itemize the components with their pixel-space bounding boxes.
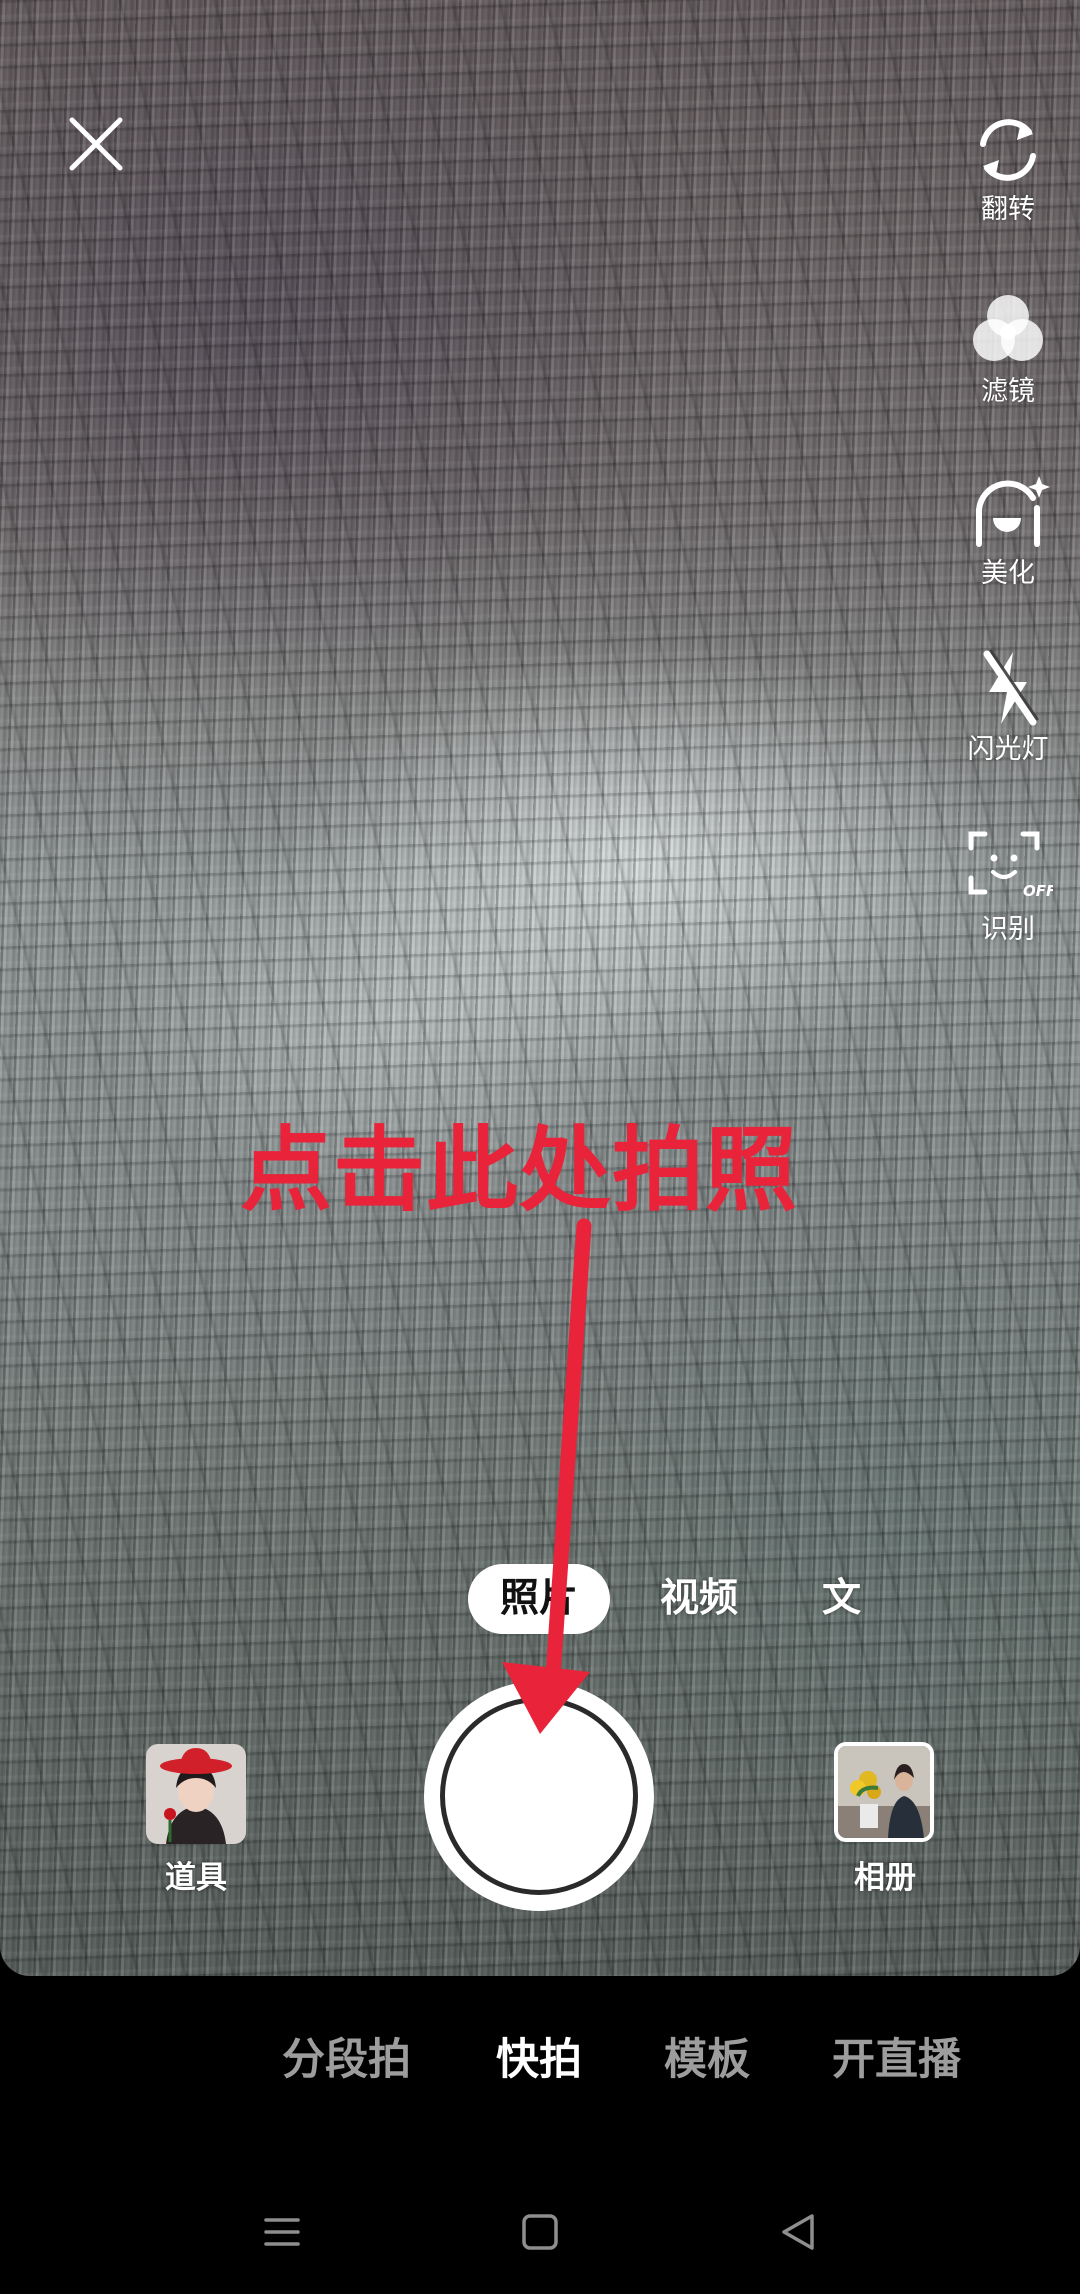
album-thumbnail-image [838, 1746, 930, 1838]
shutter-inner-ring [440, 1697, 638, 1895]
beautify-icon [976, 476, 1050, 547]
flip-camera-button[interactable]: 翻转 [950, 110, 1066, 228]
filter-button[interactable]: 滤镜 [950, 290, 1066, 410]
recognition-button[interactable]: OFF 识别 [950, 826, 1066, 948]
close-icon[interactable] [64, 112, 128, 176]
bottom-tab-bar: 分段拍 快拍 模板 开直播 [0, 2020, 1080, 2100]
filter-label: 滤镜 [981, 376, 1035, 407]
flash-label: 闪光灯 [967, 734, 1049, 765]
capture-mode-selector: 照片 视频 文 [0, 1564, 1080, 1638]
props-thumbnail[interactable] [146, 1744, 246, 1844]
tab-quick-shoot[interactable]: 快拍 [496, 2020, 582, 2100]
recognition-label: 识别 [981, 914, 1035, 945]
filter-icon [973, 295, 1043, 361]
shutter-button[interactable] [424, 1681, 654, 1911]
annotation-instruction: 点击此处拍照 [239, 1117, 798, 1224]
mode-text[interactable]: 文 [822, 1564, 864, 1634]
album-label: 相册 [854, 1860, 916, 1896]
props-thumbnail-image [146, 1744, 246, 1844]
tab-go-live[interactable]: 开直播 [832, 2020, 961, 2100]
home-icon[interactable] [512, 2204, 568, 2260]
mode-photo[interactable]: 照片 [468, 1564, 610, 1634]
viewfinder-texture-diagonal [0, 0, 1080, 1976]
beautify-button[interactable]: 美化 [950, 468, 1066, 592]
tab-segment-shoot[interactable]: 分段拍 [282, 2020, 411, 2100]
face-recognition-icon: OFF [968, 831, 1053, 900]
tab-template[interactable]: 模板 [664, 2020, 750, 2100]
flash-button[interactable]: 闪光灯 [950, 646, 1066, 768]
system-navigation-bar [0, 2190, 1080, 2270]
svg-text:OFF: OFF [1023, 882, 1053, 900]
menu-icon[interactable] [254, 2204, 310, 2260]
props-label: 道具 [165, 1860, 227, 1896]
flip-camera-label: 翻转 [981, 194, 1035, 225]
album-thumbnail[interactable] [834, 1742, 934, 1842]
beautify-label: 美化 [981, 558, 1035, 589]
flip-camera-icon [980, 119, 1036, 181]
flash-off-icon [983, 649, 1039, 726]
back-icon[interactable] [770, 2204, 826, 2260]
mode-video[interactable]: 视频 [660, 1564, 738, 1634]
camera-viewfinder[interactable] [0, 0, 1080, 1976]
